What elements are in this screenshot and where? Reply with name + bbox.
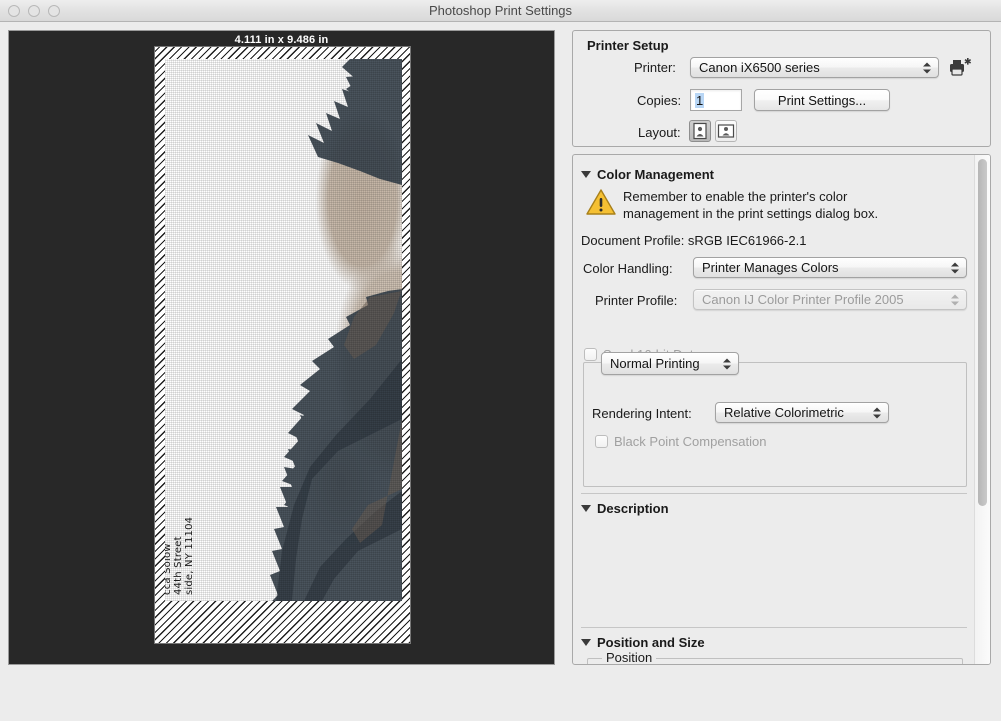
color-warning-line1: Remember to enable the printer's color bbox=[623, 189, 847, 204]
print-settings-button-label: Print Settings... bbox=[778, 93, 866, 108]
print-mode-value: Normal Printing bbox=[610, 356, 700, 371]
color-management-title: Color Management bbox=[597, 167, 714, 182]
window-title: Photoshop Print Settings bbox=[0, 0, 1001, 21]
color-warning-line2: management in the print settings dialog … bbox=[623, 206, 878, 221]
print-preview-pane[interactable]: 4.111 in x 9.486 in bbox=[8, 30, 555, 665]
chevron-down-icon bbox=[581, 171, 591, 178]
preview-dimensions-label: 4.111 in x 9.486 in bbox=[9, 34, 554, 46]
layout-portrait-button[interactable] bbox=[689, 120, 711, 142]
printer-profile-value: Canon IJ Color Printer Profile 2005 bbox=[702, 292, 904, 307]
black-point-checkbox[interactable]: Black Point Compensation bbox=[595, 434, 766, 449]
send-16bit-box bbox=[584, 348, 597, 361]
printer-setup-title: Printer Setup bbox=[587, 38, 669, 53]
printer-setup-group: Printer Setup Printer: Canon iX6500 seri… bbox=[572, 30, 991, 147]
print-settings-button[interactable]: Print Settings... bbox=[754, 89, 890, 111]
artwork-image bbox=[165, 59, 402, 601]
printer-profile-select[interactable]: Canon IJ Color Printer Profile 2005 bbox=[693, 289, 967, 310]
copies-input[interactable]: 1 bbox=[690, 89, 742, 111]
rendering-intent-select[interactable]: Relative Colorimetric bbox=[715, 402, 889, 423]
chevron-updown-icon bbox=[723, 358, 731, 369]
print-mode-box: Normal Printing Rendering Intent: Relati… bbox=[583, 362, 967, 487]
settings-column: Printer Setup Printer: Canon iX6500 seri… bbox=[565, 30, 993, 665]
color-management-header[interactable]: Color Management bbox=[581, 167, 714, 182]
print-settings-dialog: Photoshop Print Settings 4.111 in x 9.48… bbox=[0, 0, 1001, 721]
paper-sheet: cca Solow 44th Street side, NY 11104 bbox=[154, 46, 411, 644]
description-header[interactable]: Description bbox=[581, 501, 669, 516]
position-group-label: Position bbox=[602, 650, 656, 665]
position-and-size-header[interactable]: Position and Size bbox=[581, 635, 705, 650]
color-handling-select[interactable]: Printer Manages Colors bbox=[693, 257, 967, 278]
color-handling-label: Color Handling: bbox=[583, 261, 673, 276]
printable-area: cca Solow 44th Street side, NY 11104 bbox=[165, 59, 402, 601]
warning-triangle-icon bbox=[585, 187, 617, 217]
chevron-down-icon bbox=[581, 505, 591, 512]
black-point-label: Black Point Compensation bbox=[614, 434, 766, 449]
copies-label: Copies: bbox=[637, 93, 681, 108]
artwork-address-text: cca Solow 44th Street side, NY 11104 bbox=[165, 517, 195, 595]
window-titlebar: Photoshop Print Settings bbox=[0, 0, 1001, 22]
chevron-updown-icon bbox=[951, 294, 959, 305]
halftone-texture bbox=[165, 59, 402, 601]
position-group-box: Position Top: Left: bbox=[587, 658, 963, 665]
layout-landscape-button[interactable] bbox=[715, 120, 737, 142]
printer-label: Printer: bbox=[634, 60, 676, 75]
printer-setup-icon[interactable] bbox=[948, 56, 974, 78]
settings-scrollbar-thumb[interactable] bbox=[978, 159, 987, 506]
printer-select[interactable]: Canon iX6500 series bbox=[690, 57, 939, 78]
print-mode-select[interactable]: Normal Printing bbox=[601, 352, 739, 375]
color-handling-value: Printer Manages Colors bbox=[702, 260, 839, 275]
chevron-updown-icon bbox=[873, 407, 881, 418]
rendering-intent-value: Relative Colorimetric bbox=[724, 405, 844, 420]
settings-scrollbar[interactable] bbox=[974, 155, 990, 664]
portrait-icon bbox=[690, 121, 710, 141]
position-and-size-title: Position and Size bbox=[597, 635, 705, 650]
settings-scroll-group: Color Management Remember to enable the … bbox=[572, 154, 991, 665]
divider bbox=[581, 493, 967, 494]
printer-select-value: Canon iX6500 series bbox=[699, 60, 820, 75]
document-profile-text: Document Profile: sRGB IEC61966-2.1 bbox=[581, 233, 806, 248]
chevron-down-icon bbox=[581, 639, 591, 646]
divider bbox=[581, 627, 967, 628]
rendering-intent-label: Rendering Intent: bbox=[592, 406, 692, 421]
black-point-box bbox=[595, 435, 608, 448]
chevron-updown-icon bbox=[951, 262, 959, 273]
landscape-icon bbox=[716, 121, 736, 141]
description-title: Description bbox=[597, 501, 669, 516]
layout-label: Layout: bbox=[638, 125, 681, 140]
dialog-footer: Match Print Colors Gamut Warning Show Pa… bbox=[0, 665, 1001, 721]
printer-profile-label: Printer Profile: bbox=[595, 293, 677, 308]
chevron-updown-icon bbox=[923, 62, 931, 73]
copies-input-value: 1 bbox=[695, 93, 704, 108]
